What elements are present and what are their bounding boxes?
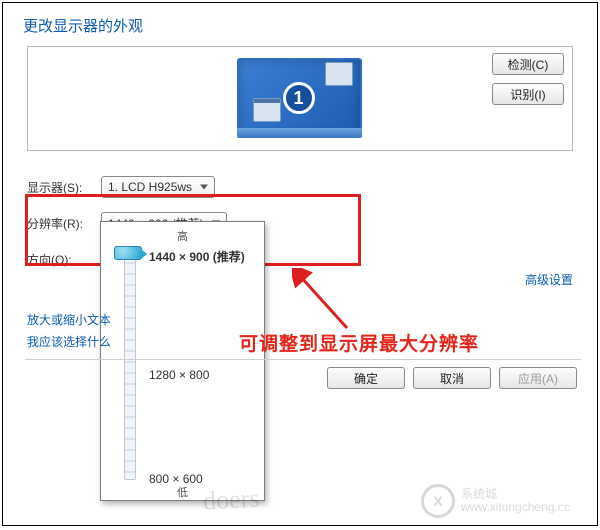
monitor-preview-area: 1 检测(C) 识别(I) <box>27 46 573 151</box>
apply-button[interactable]: 应用(A) <box>499 367 577 389</box>
divider <box>25 359 581 360</box>
orientation-label: 方向(O): <box>27 251 101 268</box>
monitor-thumbnail[interactable]: 1 <box>233 56 368 141</box>
cancel-button[interactable]: 取消 <box>413 367 491 389</box>
page-title: 更改显示器的外观 <box>3 3 597 46</box>
resolution-slider-track[interactable] <box>124 250 136 480</box>
resolution-dropdown-popup[interactable]: 高 1440 × 900 (推荐) 1280 × 800 800 × 600 低 <box>100 221 265 501</box>
display-label: 显示器(S): <box>27 179 101 196</box>
brand-watermark: X 系统城 www.xitongcheng.cc <box>421 481 591 521</box>
ok-button[interactable]: 确定 <box>327 367 405 389</box>
which-setting-link[interactable]: 我应该选择什么 <box>27 331 111 353</box>
resolution-option-recommended[interactable]: 1440 × 900 (推荐) <box>149 248 259 265</box>
display-select[interactable]: 1. LCD H925ws <box>101 176 215 198</box>
advanced-settings-link[interactable]: 高级设置 <box>525 271 573 288</box>
resolution-option-low[interactable]: 800 × 600 <box>149 472 259 486</box>
resolution-slider-thumb[interactable] <box>114 246 142 260</box>
monitor-number-badge: 1 <box>283 82 315 114</box>
resolution-option-mid[interactable]: 1280 × 800 <box>149 368 259 382</box>
annotation-text: 可调整到显示屏最大分辨率 <box>239 329 479 356</box>
text-size-link[interactable]: 放大或缩小文本 <box>27 309 111 331</box>
slider-low-label: 低 <box>101 484 264 500</box>
chevron-down-icon <box>200 185 208 190</box>
slider-high-label: 高 <box>101 228 264 244</box>
identify-button[interactable]: 识别(I) <box>492 83 564 105</box>
annotation-arrow-icon <box>292 268 362 338</box>
resolution-label: 分辨率(R): <box>27 215 101 232</box>
detect-button[interactable]: 检测(C) <box>492 53 564 75</box>
display-select-value: 1. LCD H925ws <box>108 180 192 194</box>
watermark-url: www.xitongcheng.cc <box>461 501 570 514</box>
